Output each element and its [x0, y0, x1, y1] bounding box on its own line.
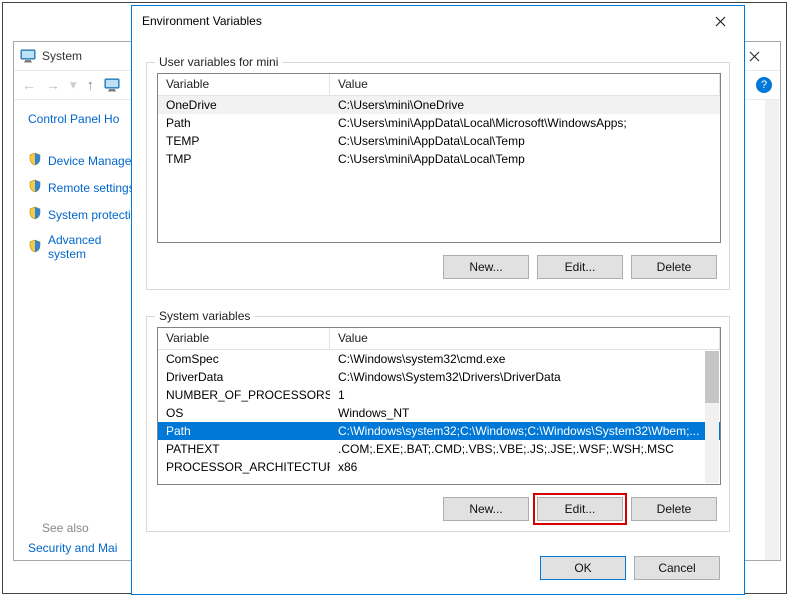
shield-icon: [28, 206, 42, 223]
system-new-button[interactable]: New...: [443, 497, 529, 521]
cell-value: C:\Windows\system32\cmd.exe: [330, 352, 720, 366]
shield-icon: [28, 239, 42, 256]
cell-value: .COM;.EXE;.BAT;.CMD;.VBS;.VBE;.JS;.JSE;.…: [330, 442, 720, 456]
sidebar-item-label: System protectio: [48, 208, 137, 222]
user-delete-button[interactable]: Delete: [631, 255, 717, 279]
system-title: System: [42, 49, 82, 63]
table-row[interactable]: PathC:\Windows\system32;C:\Windows;C:\Wi…: [158, 422, 720, 440]
scrollbar-thumb[interactable]: [705, 351, 719, 403]
cell-value: C:\Windows\System32\Drivers\DriverData: [330, 370, 720, 384]
system-edit-button[interactable]: Edit...: [537, 497, 623, 521]
user-group-label: User variables for mini: [155, 55, 282, 69]
env-title: Environment Variables: [142, 14, 262, 28]
cell-value: C:\Users\mini\AppData\Local\Temp: [330, 134, 720, 148]
cell-variable: NUMBER_OF_PROCESSORS: [158, 388, 330, 402]
environment-variables-dialog: Environment Variables User variables for…: [131, 5, 745, 595]
cell-variable: ComSpec: [158, 352, 330, 366]
user-new-button[interactable]: New...: [443, 255, 529, 279]
cell-variable: TEMP: [158, 134, 330, 148]
column-header-value[interactable]: Value: [330, 74, 720, 95]
table-row[interactable]: OSWindows_NT: [158, 404, 720, 422]
help-icon[interactable]: ?: [756, 77, 772, 93]
sidebar-item[interactable]: System protectio: [28, 206, 138, 223]
cell-value: C:\Windows\system32;C:\Windows;C:\Window…: [330, 424, 720, 438]
cell-variable: TMP: [158, 152, 330, 166]
table-row[interactable]: PROCESSOR_ARCHITECTUREx86: [158, 458, 720, 476]
cell-value: C:\Users\mini\AppData\Local\Temp: [330, 152, 720, 166]
computer-icon: [20, 48, 36, 64]
cell-variable: OS: [158, 406, 330, 420]
system-table-scrollbar[interactable]: [705, 351, 719, 483]
cell-value: x86: [330, 460, 720, 474]
system-delete-button[interactable]: Delete: [631, 497, 717, 521]
cell-value: 1: [330, 388, 720, 402]
system-variables-group: System variables Variable Value ComSpecC…: [146, 316, 730, 532]
column-header-variable[interactable]: Variable: [158, 74, 330, 95]
user-edit-button[interactable]: Edit...: [537, 255, 623, 279]
table-row[interactable]: DriverDataC:\Windows\System32\Drivers\Dr…: [158, 368, 720, 386]
sidebar-item-label: Device Manager: [48, 154, 135, 168]
shield-icon: [28, 152, 42, 169]
sidebar-item[interactable]: Advanced system: [28, 233, 138, 261]
back-icon[interactable]: ←: [22, 77, 36, 93]
cell-variable: OneDrive: [158, 98, 330, 112]
sidebar-item-label: Advanced system: [48, 233, 138, 261]
sidebar-item[interactable]: Remote settings: [28, 179, 138, 196]
sidebar-item[interactable]: Device Manager: [28, 152, 138, 169]
table-row[interactable]: OneDriveC:\Users\mini\OneDrive: [158, 96, 720, 114]
system-sidebar: Control Panel Ho Device Manager Remote se…: [14, 100, 138, 567]
ok-button[interactable]: OK: [540, 556, 626, 580]
shield-icon: [28, 179, 42, 196]
user-variables-table[interactable]: Variable Value OneDriveC:\Users\mini\One…: [157, 73, 721, 243]
system-variables-table[interactable]: Variable Value ComSpecC:\Windows\system3…: [157, 327, 721, 485]
cell-variable: PATHEXT: [158, 442, 330, 456]
see-also-label: See also: [42, 521, 138, 535]
control-panel-home-link[interactable]: Control Panel Ho: [28, 112, 138, 126]
cell-value: C:\Users\mini\AppData\Local\Microsoft\Wi…: [330, 116, 720, 130]
close-button[interactable]: [700, 9, 740, 33]
system-scrollbar[interactable]: [765, 100, 779, 560]
sys-group-label: System variables: [155, 309, 254, 323]
cell-variable: Path: [158, 116, 330, 130]
column-header-variable[interactable]: Variable: [158, 328, 330, 349]
cell-value: C:\Users\mini\OneDrive: [330, 98, 720, 112]
table-row[interactable]: TEMPC:\Users\mini\AppData\Local\Temp: [158, 132, 720, 150]
forward-icon[interactable]: →: [46, 77, 60, 93]
cell-variable: PROCESSOR_ARCHITECTURE: [158, 460, 330, 474]
cell-variable: Path: [158, 424, 330, 438]
security-maintenance-link[interactable]: Security and Mai: [28, 541, 138, 555]
sidebar-item-label: Remote settings: [48, 181, 135, 195]
up-icon[interactable]: ↑: [87, 77, 95, 94]
path-computer-icon: [104, 77, 120, 93]
table-row[interactable]: PathC:\Users\mini\AppData\Local\Microsof…: [158, 114, 720, 132]
table-row[interactable]: ComSpecC:\Windows\system32\cmd.exe: [158, 350, 720, 368]
table-row[interactable]: TMPC:\Users\mini\AppData\Local\Temp: [158, 150, 720, 168]
cancel-button[interactable]: Cancel: [634, 556, 720, 580]
cell-value: Windows_NT: [330, 406, 720, 420]
table-row[interactable]: PATHEXT.COM;.EXE;.BAT;.CMD;.VBS;.VBE;.JS…: [158, 440, 720, 458]
cell-variable: DriverData: [158, 370, 330, 384]
env-titlebar: Environment Variables: [132, 6, 744, 36]
table-row[interactable]: NUMBER_OF_PROCESSORS1: [158, 386, 720, 404]
column-header-value[interactable]: Value: [330, 328, 720, 349]
user-variables-group: User variables for mini Variable Value O…: [146, 62, 730, 290]
